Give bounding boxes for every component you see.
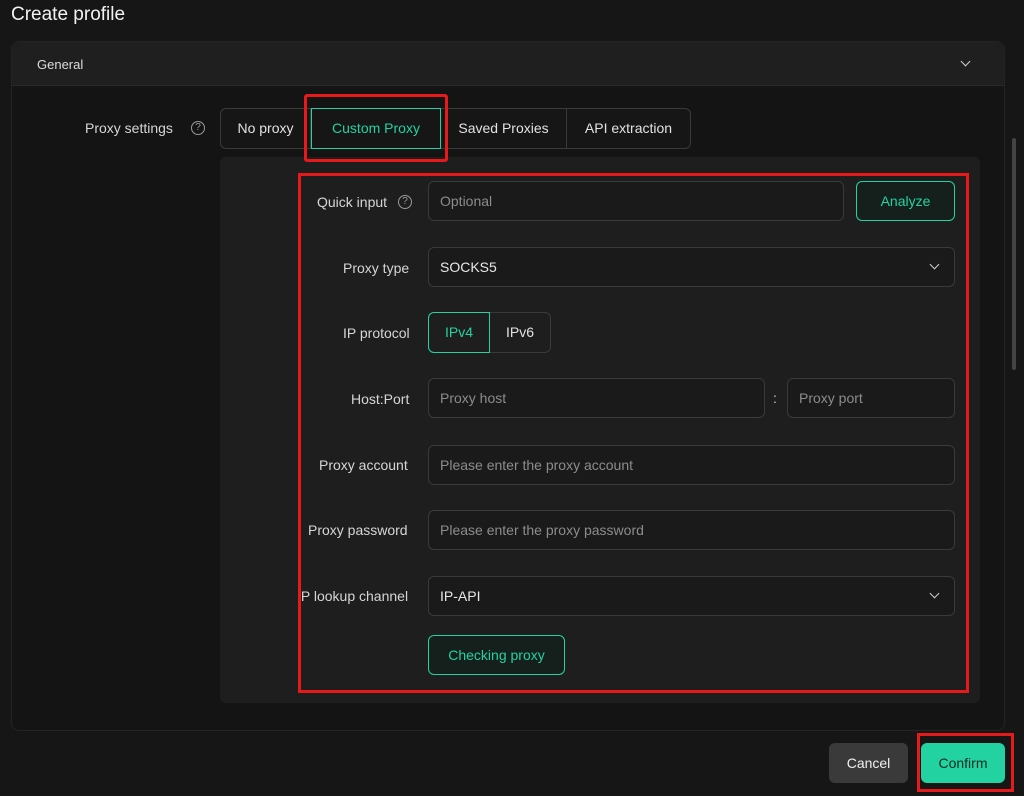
tab-saved-proxies[interactable]: Saved Proxies — [441, 109, 567, 148]
scrollbar[interactable] — [1012, 138, 1016, 370]
highlight-box — [304, 94, 448, 162]
proxy-mode-tabs: No proxy Custom Proxy Saved Proxies API … — [220, 108, 691, 149]
tab-api-extraction[interactable]: API extraction — [567, 109, 690, 148]
page-title: Create profile — [11, 4, 126, 25]
section-title: General — [37, 57, 84, 72]
general-section-header[interactable]: General — [12, 42, 1004, 86]
tab-no-proxy[interactable]: No proxy — [221, 109, 311, 148]
chevron-down-icon[interactable] — [960, 56, 971, 67]
help-icon[interactable]: ? — [191, 121, 205, 135]
proxy-settings-label: Proxy settings — [85, 120, 173, 136]
cancel-button[interactable]: Cancel — [829, 743, 908, 783]
highlight-box — [298, 173, 969, 693]
highlight-box — [917, 733, 1014, 792]
